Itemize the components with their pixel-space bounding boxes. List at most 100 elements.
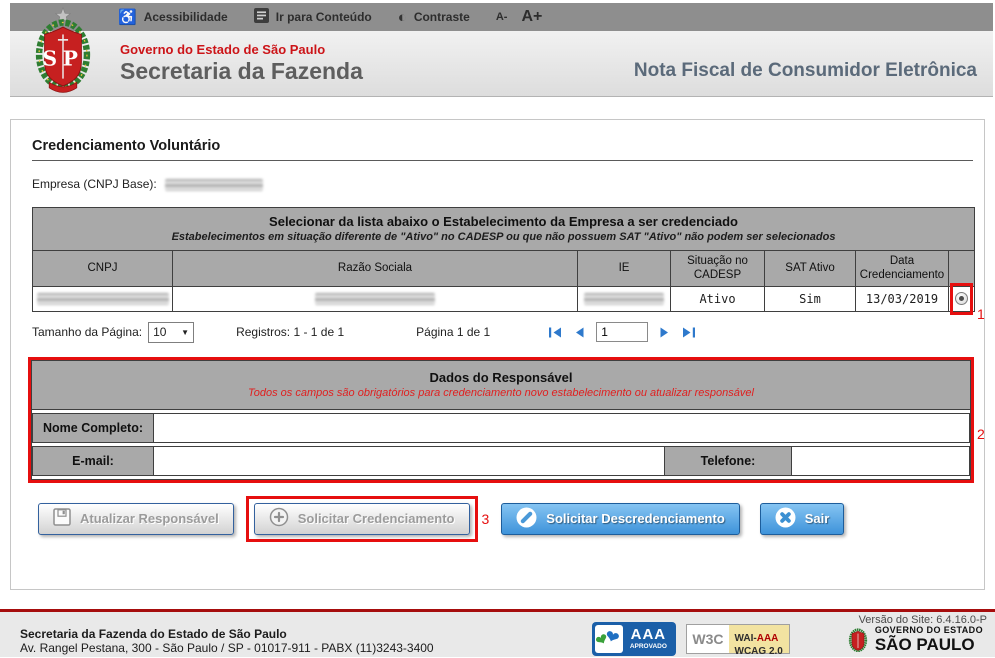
cell-data-credenciamento: 13/03/2019 bbox=[856, 286, 949, 311]
previous-page-button[interactable] bbox=[573, 326, 585, 339]
svg-text:SP: SP bbox=[43, 47, 84, 71]
column-header-sat-ativo: SAT Ativo bbox=[765, 251, 856, 287]
footer: Versão do Site: 6.4.16.0-P Secretaria da… bbox=[0, 612, 995, 657]
page-title: Credenciamento Voluntário bbox=[32, 138, 973, 161]
table-title: Selecionar da lista abaixo o Estabelecim… bbox=[37, 214, 970, 229]
application-title: Nota Fiscal de Consumidor Eletrônica bbox=[634, 60, 977, 82]
redacted-cnpj bbox=[37, 293, 169, 305]
plus-circle-icon bbox=[269, 507, 289, 530]
sao-paulo-label: SÃO PAULO bbox=[875, 636, 983, 653]
cell-razao-social bbox=[173, 286, 578, 311]
footer-org-name: Secretaria da Fazenda do Estado de São P… bbox=[20, 627, 434, 641]
table-subtitle: Estabelecimentos em situação diferente d… bbox=[37, 231, 970, 243]
skip-to-content-label: Ir para Conteúdo bbox=[276, 10, 372, 24]
aaa-badge-text: AAA bbox=[623, 627, 673, 642]
action-buttons-row: Atualizar Responsável Solicitar Credenci… bbox=[38, 496, 984, 542]
wai-label: WAI- bbox=[735, 633, 757, 644]
content-list-icon bbox=[254, 8, 269, 26]
governo-estado-label: GOVERNO DO ESTADO bbox=[875, 626, 983, 635]
contrast-label: Contraste bbox=[414, 10, 470, 24]
font-decrease-button[interactable]: A- bbox=[496, 11, 508, 23]
site-version: Versão do Site: 6.4.16.0-P bbox=[859, 614, 987, 626]
atualizar-responsavel-button[interactable]: Atualizar Responsável bbox=[38, 503, 234, 535]
redacted-ie bbox=[584, 293, 664, 305]
establishment-radio-selected[interactable] bbox=[955, 292, 968, 305]
annotation-box-3: Solicitar Credenciamento bbox=[246, 496, 478, 542]
atualizar-responsavel-label: Atualizar Responsável bbox=[80, 511, 219, 526]
email-label: E-mail: bbox=[32, 446, 154, 476]
accessibility-toolbar: ♿ Acessibilidade Ir para Conteúdo ◐ Cont… bbox=[10, 3, 993, 31]
solicitar-credenciamento-label: Solicitar Credenciamento bbox=[298, 511, 455, 526]
cell-select-radio bbox=[949, 286, 975, 311]
contrast-toggle[interactable]: ◐ Contraste bbox=[398, 10, 470, 25]
column-header-ie: IE bbox=[578, 251, 671, 287]
table-header-band: Selecionar da lista abaixo o Estabelecim… bbox=[33, 208, 975, 251]
first-page-button[interactable] bbox=[548, 326, 562, 339]
table-row: Ativo Sim 13/03/2019 bbox=[33, 286, 975, 311]
sp-coat-of-arms-logo: SP bbox=[32, 5, 94, 102]
records-count: Registros: 1 - 1 de 1 bbox=[236, 325, 344, 339]
company-cnpj-label: Empresa (CNPJ Base): bbox=[32, 177, 157, 191]
page-info: Página 1 de 1 bbox=[416, 325, 490, 339]
cell-sat-ativo: Sim bbox=[765, 286, 856, 311]
column-header-select bbox=[949, 251, 975, 287]
save-icon bbox=[53, 508, 71, 529]
government-label: Governo do Estado de São Paulo bbox=[120, 43, 993, 58]
site-header: Governo do Estado de São Paulo Secretari… bbox=[10, 31, 993, 97]
font-increase-button[interactable]: A+ bbox=[521, 8, 542, 26]
footer-address-block: Secretaria da Fazenda do Estado de São P… bbox=[20, 627, 434, 655]
responsavel-subtitle: Todos os campos são obrigatórios para cr… bbox=[36, 387, 966, 399]
annotation-number-3: 3 bbox=[482, 511, 490, 527]
annotation-box-2: Dados do Responsável Todos os campos são… bbox=[28, 357, 974, 483]
aprovado-badge-text: APROVADO bbox=[623, 644, 673, 651]
column-header-cnpj: CNPJ bbox=[33, 251, 173, 287]
accessibility-link[interactable]: ♿ Acessibilidade bbox=[118, 10, 228, 25]
responsavel-title: Dados do Responsável bbox=[36, 370, 966, 385]
current-page-input[interactable] bbox=[596, 322, 648, 342]
content-panel: Credenciamento Voluntário Empresa (CNPJ … bbox=[10, 119, 985, 590]
pencil-circle-icon bbox=[516, 507, 537, 531]
sair-button[interactable]: Sair bbox=[760, 503, 845, 535]
redacted-razao-social bbox=[315, 293, 435, 305]
aaa-aprovado-badge[interactable]: ❤ ❤ AAA APROVADO bbox=[592, 622, 676, 656]
masthead: SP ♿ Acessibilidade Ir para Conteúdo ◐ C… bbox=[10, 3, 993, 97]
next-page-button[interactable] bbox=[659, 326, 671, 339]
nome-completo-input[interactable] bbox=[154, 414, 969, 442]
annotation-number-2: 2 bbox=[977, 426, 985, 442]
page-size-select[interactable]: 10 ▼ bbox=[148, 322, 194, 343]
establishment-table: Selecionar da lista abaixo o Estabelecim… bbox=[32, 207, 975, 312]
last-page-button[interactable] bbox=[682, 326, 696, 339]
w3c-wcag-badge[interactable]: W3C WAI-AAA WCAG 2.0 bbox=[686, 624, 789, 654]
cell-cnpj bbox=[33, 286, 173, 311]
solicitar-credenciamento-button[interactable]: Solicitar Credenciamento bbox=[254, 503, 470, 535]
annotation-number-1: 1 bbox=[977, 306, 985, 322]
page-size-label: Tamanho da Página: bbox=[32, 325, 142, 339]
wheelchair-icon: ♿ bbox=[118, 10, 137, 25]
wcag-label: WCAG 2.0 bbox=[735, 646, 783, 657]
contrast-icon: ◐ bbox=[398, 10, 407, 25]
hearts-logo-icon: ❤ ❤ bbox=[595, 625, 623, 653]
solicitar-descredenciamento-button[interactable]: Solicitar Descredenciamento bbox=[501, 503, 739, 535]
pagination-bar: Tamanho da Página: 10 ▼ Registros: 1 - 1… bbox=[32, 322, 984, 343]
accessibility-label: Acessibilidade bbox=[144, 10, 228, 24]
column-header-data-credenciamento: Data Credenciamento bbox=[856, 251, 949, 287]
footer-address: Av. Rangel Pestana, 300 - São Paulo / SP… bbox=[20, 641, 434, 655]
cell-situacao-cadesp: Ativo bbox=[671, 286, 765, 311]
sair-label: Sair bbox=[805, 511, 830, 526]
w3c-logo-text: W3C bbox=[687, 625, 728, 653]
column-header-situacao-cadesp: Situação no CADESP bbox=[671, 251, 765, 287]
responsavel-section: Dados do Responsável Todos os campos são… bbox=[31, 360, 971, 480]
email-input[interactable] bbox=[154, 447, 664, 475]
solicitar-descredenciamento-label: Solicitar Descredenciamento bbox=[546, 511, 724, 526]
blue-heart-icon: ❤ bbox=[603, 627, 622, 648]
dropdown-arrow-icon: ▼ bbox=[181, 328, 189, 337]
sp-coat-of-arms-small-icon bbox=[848, 624, 868, 654]
redacted-company-cnpj bbox=[165, 179, 263, 191]
nome-completo-label: Nome Completo: bbox=[32, 413, 154, 443]
cell-ie bbox=[578, 286, 671, 311]
skip-to-content-link[interactable]: Ir para Conteúdo bbox=[254, 8, 372, 26]
wai-aaa-label: AAA bbox=[757, 633, 779, 644]
governo-sp-logo: GOVERNO DO ESTADO SÃO PAULO bbox=[848, 624, 983, 654]
telefone-label: Telefone: bbox=[664, 446, 792, 476]
telefone-input[interactable] bbox=[792, 447, 969, 475]
